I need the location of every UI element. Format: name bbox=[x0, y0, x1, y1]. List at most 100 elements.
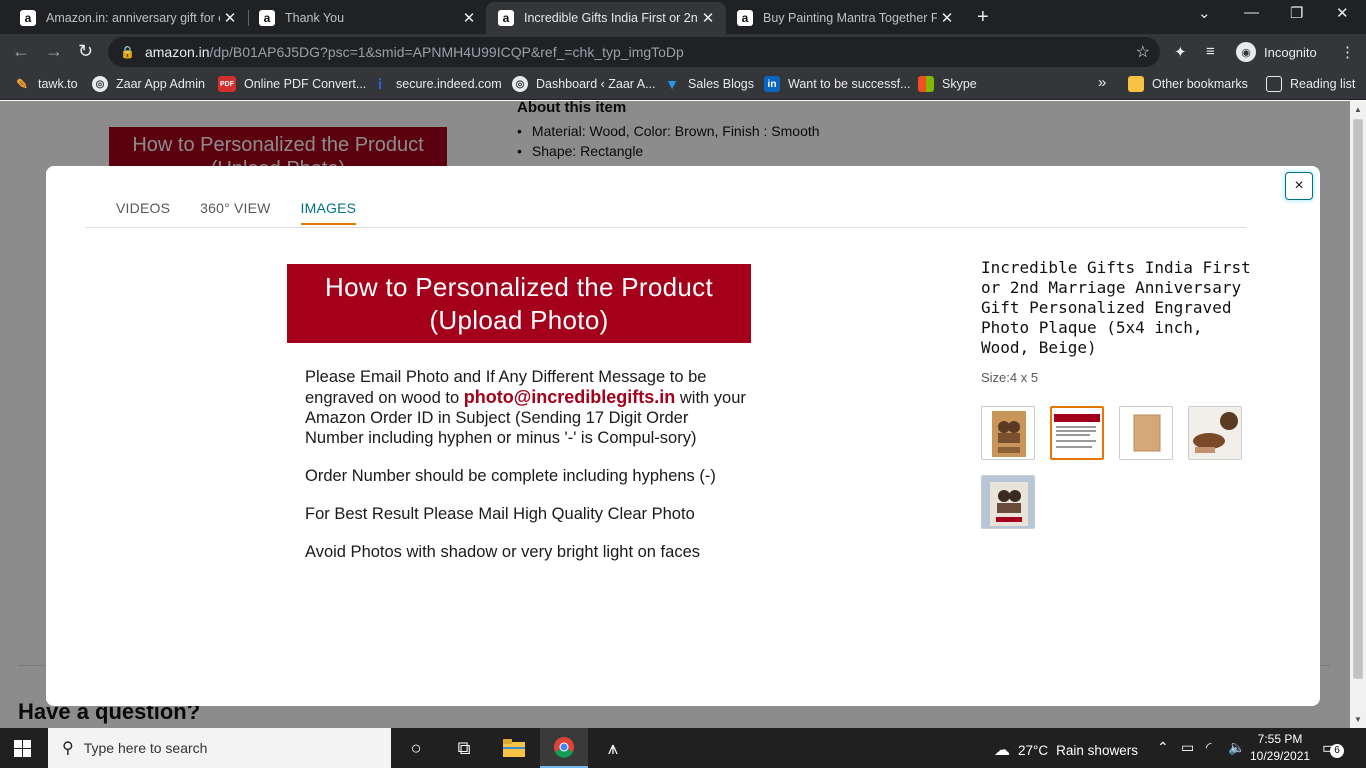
bookmark-label: Sales Blogs bbox=[688, 77, 755, 91]
system-clock[interactable]: 7:55 PM 10/29/2021 bbox=[1250, 731, 1310, 765]
instruction-paragraph: Order Number should be complete includin… bbox=[305, 467, 716, 485]
bookmark-item[interactable]: PDF Online PDF Convert... bbox=[218, 76, 366, 92]
thumbnail-image[interactable] bbox=[981, 475, 1035, 529]
url-path: /dp/B01AP6J5DG?psc=1&smid=APNMH4U99ICQP&… bbox=[209, 44, 684, 60]
bookmark-star-icon[interactable]: ☆ bbox=[1136, 42, 1150, 62]
browser-tab-active[interactable]: a Incredible Gifts India First or 2nd ✕ bbox=[486, 2, 726, 34]
clock-date: 10/29/2021 bbox=[1250, 749, 1311, 763]
bookmark-label: Zaar App Admin bbox=[116, 77, 205, 91]
close-button[interactable]: × bbox=[1285, 172, 1313, 200]
more-bookmarks-chevron-icon[interactable]: » bbox=[1098, 74, 1106, 91]
thumbnail-image[interactable] bbox=[1188, 406, 1242, 460]
size-label: Size: bbox=[981, 370, 1010, 385]
reading-list-label: Reading list bbox=[1290, 77, 1356, 91]
tab-360-view[interactable]: 360° VIEW bbox=[200, 200, 270, 225]
windows-start-icon[interactable] bbox=[14, 740, 31, 757]
email-address: photo@incrediblegifts.in bbox=[463, 387, 676, 407]
amazon-favicon-icon: a bbox=[498, 10, 514, 26]
skype-icon bbox=[918, 76, 934, 92]
media-queue-icon[interactable]: ≡ bbox=[1206, 43, 1215, 60]
bookmark-item[interactable]: ◎ Zaar App Admin bbox=[92, 76, 205, 92]
thumbnail-image[interactable] bbox=[981, 406, 1035, 460]
incognito-indicator[interactable]: ◉ Incognito bbox=[1236, 42, 1317, 62]
weather-description: Rain showers bbox=[1056, 742, 1138, 758]
bookmark-label: tawk.to bbox=[38, 77, 78, 91]
reload-icon[interactable]: ↻ bbox=[78, 41, 93, 62]
tab-videos[interactable]: VIDEOS bbox=[116, 200, 170, 225]
tab-images[interactable]: IMAGES bbox=[300, 200, 357, 225]
task-view-icon[interactable]: ⧉ bbox=[440, 728, 488, 768]
bookmark-label: Other bookmarks bbox=[1152, 77, 1248, 91]
notification-count-badge: 6 bbox=[1330, 744, 1344, 758]
weather-widget[interactable]: ☁ 27°C Rain showers bbox=[994, 740, 1138, 760]
battery-icon[interactable]: ▭ bbox=[1181, 739, 1194, 756]
wifi-icon[interactable]: ◜ bbox=[1206, 739, 1211, 756]
scroll-up-icon[interactable]: ▲ bbox=[1354, 105, 1362, 114]
amazon-favicon-icon: a bbox=[259, 10, 275, 26]
bookmark-label: Skype bbox=[942, 77, 977, 91]
hand-holding-plaque-thumbnail-icon bbox=[1189, 407, 1241, 459]
size-value: 4 x 5 bbox=[1009, 370, 1039, 385]
main-product-image[interactable]: How to Personalized the Product (Upload … bbox=[287, 264, 751, 594]
other-bookmarks-folder[interactable]: Other bookmarks bbox=[1128, 76, 1248, 92]
file-explorer-icon[interactable] bbox=[490, 728, 538, 768]
new-tab-icon[interactable]: + bbox=[977, 6, 989, 29]
cortana-circle-icon[interactable]: ○ bbox=[392, 728, 440, 768]
lock-icon[interactable]: 🔒 bbox=[120, 45, 135, 59]
url-host: amazon.in bbox=[144, 44, 210, 60]
close-tab-icon[interactable]: ✕ bbox=[459, 9, 479, 27]
back-arrow-icon[interactable]: ← bbox=[12, 41, 30, 62]
search-placeholder: Type here to search bbox=[83, 740, 208, 756]
tabs-divider bbox=[86, 227, 1246, 228]
incognito-label: Incognito bbox=[1264, 44, 1317, 60]
couple-plaque-thumbnail-icon bbox=[992, 411, 1026, 457]
close-window-icon[interactable]: ✕ bbox=[1336, 4, 1349, 22]
close-tab-icon[interactable]: ✕ bbox=[937, 9, 957, 27]
image-banner: How to Personalized the Product (Upload … bbox=[287, 264, 751, 343]
browser-tab[interactable]: a Buy Painting Mantra Together Fo ✕ bbox=[725, 2, 965, 34]
globe-icon: ◎ bbox=[92, 76, 108, 92]
pdf-icon: PDF bbox=[218, 76, 236, 92]
chrome-taskbar-icon[interactable] bbox=[540, 728, 588, 768]
bookmark-label: Dashboard ‹ Zaar A... bbox=[536, 77, 656, 91]
volume-icon[interactable]: 🔈 bbox=[1228, 739, 1245, 756]
minimize-icon[interactable]: — bbox=[1244, 4, 1259, 21]
bookmark-item[interactable]: in Want to be successf... bbox=[764, 76, 911, 92]
close-tab-icon[interactable]: ✕ bbox=[220, 9, 240, 27]
bookmark-item[interactable]: ⅰ secure.indeed.com bbox=[372, 76, 502, 92]
forward-arrow-icon[interactable]: → bbox=[45, 41, 63, 62]
browser-tab[interactable]: a Thank You ✕ bbox=[247, 2, 487, 34]
thumbnail-image-selected[interactable] bbox=[1050, 406, 1104, 460]
app-tray-icon[interactable]: ⩚ bbox=[589, 728, 637, 768]
image-heading-line2: (Upload Photo) bbox=[429, 305, 609, 335]
tab-search-chevron-icon[interactable]: ⌄ bbox=[1198, 4, 1211, 22]
scroll-down-icon[interactable]: ▼ bbox=[1354, 715, 1362, 724]
bookmark-item[interactable]: Skype bbox=[918, 76, 977, 92]
thumbnail-image[interactable] bbox=[1119, 406, 1173, 460]
address-bar[interactable]: 🔒 amazon.in/dp/B01AP6J5DG?psc=1&smid=APN… bbox=[108, 37, 1160, 67]
clock-time: 7:55 PM bbox=[1257, 732, 1303, 746]
notification-center-icon[interactable]: ▭6 bbox=[1322, 738, 1344, 758]
image-viewer-modal: × VIDEOS 360° VIEW IMAGES How to Persona… bbox=[46, 166, 1320, 706]
bookmark-item[interactable]: ▼ Sales Blogs bbox=[664, 76, 754, 92]
tab-title: Thank You bbox=[285, 11, 345, 25]
image-heading-line1: How to Personalized the Product bbox=[325, 272, 713, 302]
bookmark-item[interactable]: ✎ tawk.to bbox=[14, 76, 78, 92]
close-tab-icon[interactable]: ✕ bbox=[698, 9, 718, 27]
weather-temp: 27°C bbox=[1018, 742, 1049, 758]
restore-icon[interactable]: ❐ bbox=[1290, 4, 1303, 22]
taskbar-search-box[interactable]: ⚲ Type here to search bbox=[48, 728, 391, 768]
extensions-puzzle-icon[interactable]: ✦ bbox=[1174, 43, 1187, 61]
bookmark-item[interactable]: ◎ Dashboard ‹ Zaar A... bbox=[512, 76, 656, 92]
folder-glyph bbox=[503, 739, 525, 757]
linkedin-icon: in bbox=[764, 76, 780, 92]
reading-list-button[interactable]: Reading list bbox=[1266, 76, 1355, 92]
indeed-icon: ⅰ bbox=[378, 75, 382, 92]
instruction-paragraph: For Best Result Please Mail High Quality… bbox=[305, 505, 695, 523]
page-scrollbar[interactable]: ▲ ▼ bbox=[1350, 101, 1366, 728]
browser-tab[interactable]: a Amazon.in: anniversary gift for co ✕ bbox=[8, 2, 248, 34]
chrome-menu-icon[interactable]: ⋮ bbox=[1340, 43, 1355, 61]
scrollbar-thumb[interactable] bbox=[1353, 119, 1363, 679]
tab-title: Amazon.in: anniversary gift for co bbox=[46, 11, 220, 25]
show-hidden-icons-chevron-icon[interactable]: ⌃ bbox=[1157, 739, 1169, 756]
